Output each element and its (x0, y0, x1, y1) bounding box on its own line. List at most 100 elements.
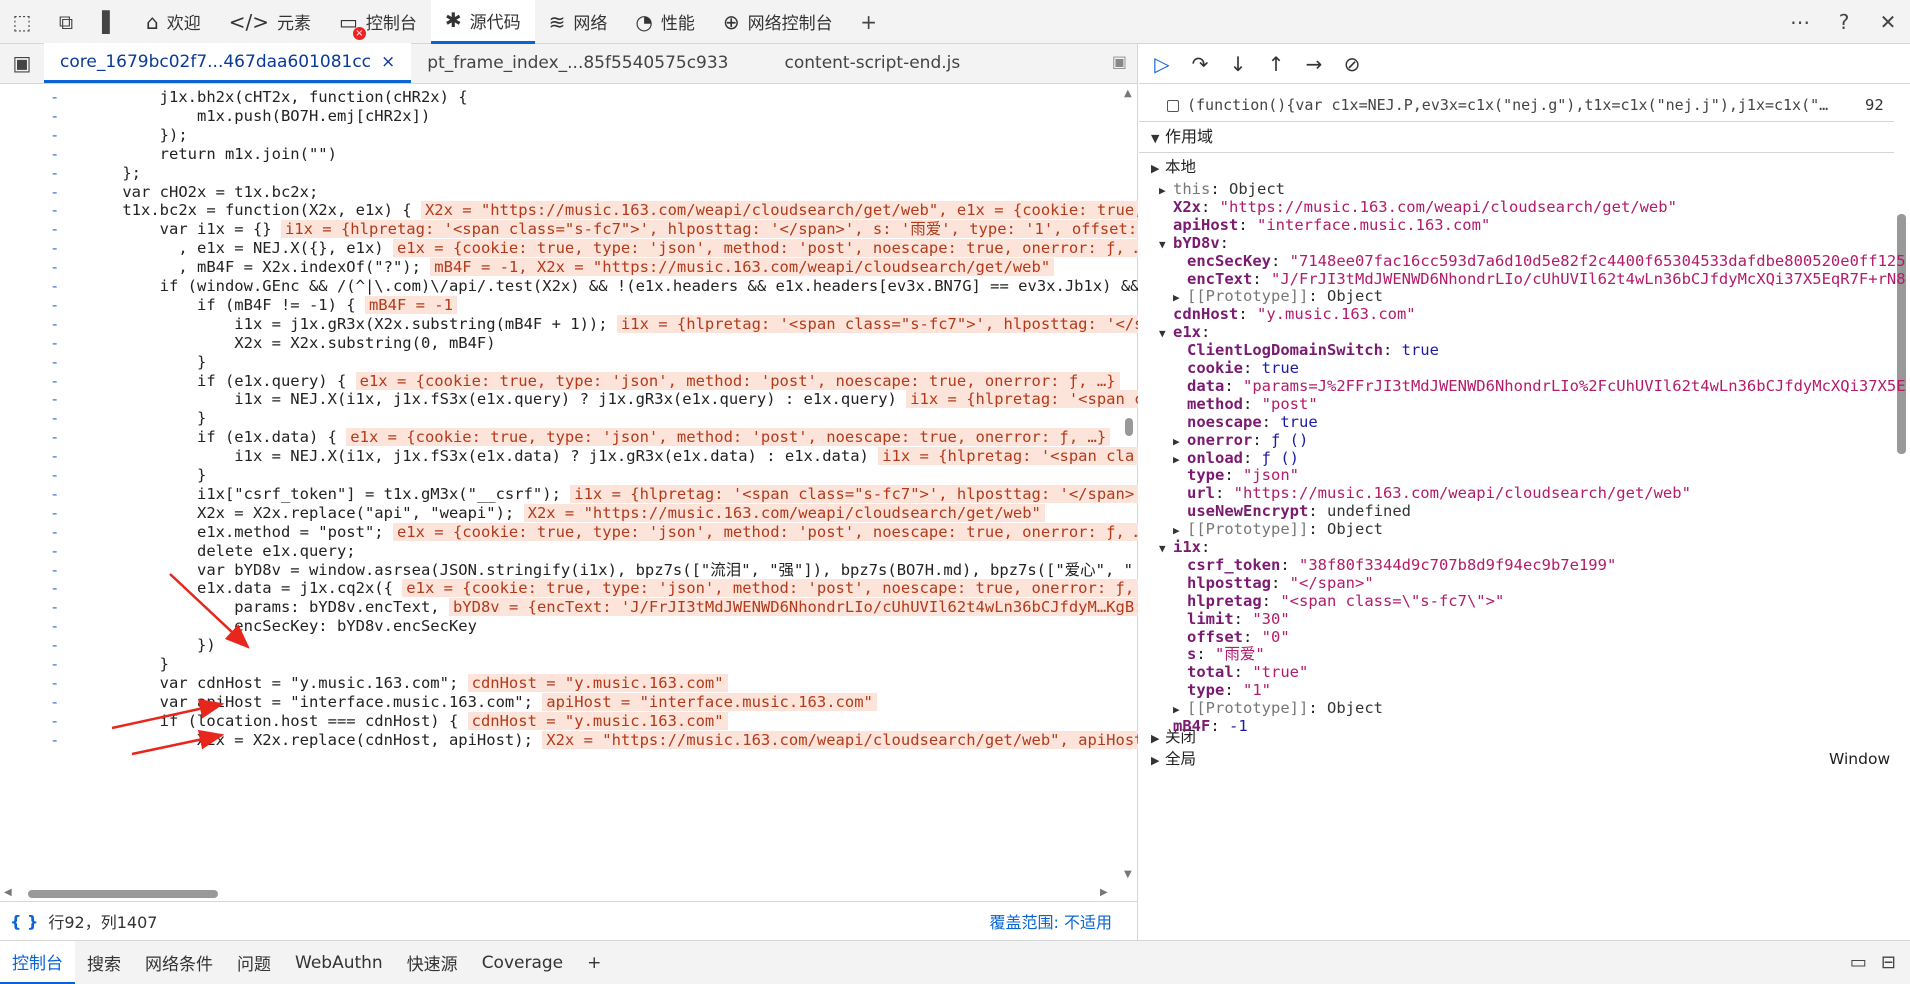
variable-value: "<span class=\"s-fc7\">" (1280, 591, 1505, 610)
globe-icon: ⊕ (722, 9, 740, 34)
dock-drawer-icon[interactable]: ▭ (1850, 952, 1867, 973)
line-gutter[interactable]: - (0, 729, 84, 752)
scope-title: 作用域 (1165, 127, 1214, 146)
expand-triangle-icon[interactable]: ▼ (1159, 538, 1173, 560)
close-icon[interactable]: ✕ (1866, 0, 1910, 44)
breakpoint-checkbox[interactable] (1167, 99, 1179, 112)
code-source: } (85, 655, 169, 673)
tab-elements[interactable]: </> 元素 (215, 0, 325, 44)
coverage-status[interactable]: 覆盖范围: 不适用 (990, 909, 1112, 933)
device-emulation-icon[interactable]: ⧉ (44, 0, 88, 44)
inline-value-annotation: e1x = {cookie: true, type: 'json', metho… (392, 239, 1138, 258)
add-drawer-tab-icon[interactable]: + (575, 941, 613, 984)
code-source: } (85, 466, 207, 484)
console-icon: ▭ × (339, 10, 366, 40)
step-icon[interactable]: → (1299, 49, 1329, 79)
tab-network-console[interactable]: ⊕ 网络控制台 (709, 0, 847, 44)
step-into-icon[interactable]: ↓ (1223, 49, 1253, 79)
breakpoint-text: (function(){var c1x=NEJ.P,ev3x=c1x("nej.… (1187, 96, 1829, 114)
variable-value: "0" (1261, 627, 1290, 646)
code-source: if (location.host === cdnHost) { (85, 711, 468, 730)
drawer-tab[interactable]: WebAuthn (283, 941, 395, 984)
code-editor[interactable]: - j1x.bh2x(cHT2x, function(cHR2x) {- m1x… (0, 84, 1138, 887)
tab-console[interactable]: ▭ × 控制台 (325, 0, 431, 44)
inline-value-annotation: mB4F = -1, X2x = "https://music.163.com/… (430, 258, 1055, 277)
inline-value-annotation: i1x = {hlpretag: '<span class="s-fc7">',… (280, 220, 1138, 239)
code-source: if (mB4F != -1) { (85, 295, 365, 314)
code-source: var cHO2x = t1x.bc2x; (85, 182, 319, 201)
deactivate-breakpoints-icon[interactable]: ⊘ (1337, 49, 1367, 79)
breakpoint-line: 92 (1865, 96, 1884, 114)
variable-value: "y.music.163.com" (1257, 305, 1416, 324)
separator: : (1210, 717, 1229, 735)
separator: : (1238, 215, 1257, 234)
resume-icon[interactable]: ▷ (1147, 49, 1177, 79)
code-source: e1x.data = j1x.cq2x({ (85, 579, 403, 598)
inline-value-annotation: i1x = {hlpretag: '<span class="s-fc7">',… (570, 484, 1138, 503)
code-source: if (e1x.query) { (85, 371, 356, 390)
inline-value-annotation: X2x = "https://music.163.com/weapi/cloud… (420, 201, 1138, 220)
code-source: if (window.GEnc && /(^|\.com)\/api/.test… (85, 277, 1138, 295)
inline-value-annotation: i1x = {hlpretag: '<span class="s-fc7">',… (616, 314, 1138, 333)
code-source: if (e1x.data) { (85, 428, 347, 447)
inline-value-annotation: X2x = "https://music.163.com/weapi/cloud… (523, 503, 1045, 522)
pretty-print-icon[interactable]: { } (10, 912, 38, 931)
file-tab-core[interactable]: core_1679bc02f7...467daa601081cc × (44, 43, 412, 83)
code-source: , e1x = NEJ.X({}, e1x) (85, 239, 393, 258)
scroll-right-icon[interactable]: ▶ (1100, 887, 1108, 898)
breakpoint-item[interactable]: (function(){var c1x=NEJ.P,ev3x=c1x("nej.… (1167, 94, 1828, 116)
inline-value-annotation: apiHost = "interface.music.163.com" (542, 692, 877, 711)
drawer-tab[interactable]: 搜索 (75, 941, 133, 984)
expand-triangle-icon: ▶ (1151, 754, 1160, 767)
inline-value-annotation: mB4F = -1 (364, 295, 457, 314)
inline-value-annotation: cdnHost = "y.music.163.com" (467, 711, 728, 730)
code-line[interactable]: - X2x = X2x.replace(cdnHost, apiHost); X… (0, 729, 1138, 752)
scroll-up-icon[interactable]: ▲ (1124, 88, 1132, 99)
scroll-thumb[interactable] (28, 890, 218, 898)
help-icon[interactable]: ? (1822, 0, 1866, 44)
expand-triangle-icon[interactable]: ▼ (1159, 234, 1173, 256)
scope-global[interactable]: ▶ 全局 (1151, 748, 1196, 770)
vertical-scrollbar[interactable]: ▲ ▼ (1121, 84, 1137, 884)
scope-variable-row[interactable]: mB4F: -1 (1159, 715, 1248, 737)
more-options-icon[interactable]: ⋯ (1778, 0, 1822, 44)
scroll-thumb[interactable] (1125, 418, 1133, 436)
tab-network[interactable]: ≋ 网络 (535, 0, 622, 44)
file-tab-content-script[interactable]: content-script-end.js (745, 43, 977, 83)
drawer-tab[interactable]: 控制台 (0, 940, 75, 984)
scroll-left-icon[interactable]: ◀ (4, 887, 12, 898)
add-tab-icon[interactable]: + (847, 0, 891, 44)
close-drawer-icon[interactable]: ⊟ (1881, 952, 1896, 973)
code-source: var i1x = {} (85, 220, 281, 239)
step-over-icon[interactable]: ↷ (1185, 49, 1215, 79)
code-source: X2x = X2x.substring(0, mB4F) (85, 333, 496, 352)
tab-label: 欢迎 (166, 14, 201, 34)
tab-label: 网络控制台 (747, 14, 833, 34)
code-icon: </> (228, 9, 269, 34)
toggle-debugger-icon[interactable]: ▣ (1112, 52, 1127, 71)
toggle-sidebar-icon[interactable]: ▌ (88, 0, 132, 44)
tab-performance[interactable]: ◔ 性能 (621, 0, 708, 44)
file-tab-label: pt_frame_index_...85f5540575c933 (427, 53, 729, 73)
close-icon[interactable]: × (381, 52, 395, 72)
scope-local[interactable]: ▶ 本地 (1151, 156, 1196, 178)
expand-triangle-icon[interactable]: ▼ (1159, 323, 1173, 345)
main-toolbar: ⬚ ⧉ ▌ ⌂ 欢迎 </> 元素 ▭ × 控制台 ✱ 源代码 ≋ 网络 ◔ 性能 ⊕ 网络控制… (0, 0, 1910, 44)
inspect-element-icon[interactable]: ⬚ (0, 0, 44, 44)
file-tab-pt-frame[interactable]: pt_frame_index_...85f5540575c933 (411, 43, 744, 83)
tab-label: 网络 (573, 14, 608, 34)
scope-section-header[interactable]: ▼ 作用域 (1151, 126, 1213, 148)
variable-value: true (1401, 341, 1439, 360)
scroll-down-icon[interactable]: ▼ (1124, 869, 1132, 880)
drawer-tab[interactable]: Coverage (470, 941, 575, 984)
drawer-tab[interactable]: 问题 (225, 941, 283, 984)
tab-welcome[interactable]: ⌂ 欢迎 (132, 0, 215, 44)
step-out-icon[interactable]: ↑ (1261, 49, 1291, 79)
toggle-navigator-icon[interactable]: ▣ (0, 43, 44, 83)
code-source: m1x.push(BO7H.emj[cHR2x]) (85, 106, 431, 125)
horizontal-scrollbar[interactable]: ◀ ▶ (0, 887, 1138, 901)
drawer-tab[interactable]: 网络条件 (133, 941, 225, 984)
drawer-tab[interactable]: 快速源 (395, 941, 470, 984)
tab-sources[interactable]: ✱ 源代码 (430, 0, 535, 44)
code-source: i1x = j1x.gR3x(X2x.substring(mB4F + 1)); (85, 314, 617, 333)
